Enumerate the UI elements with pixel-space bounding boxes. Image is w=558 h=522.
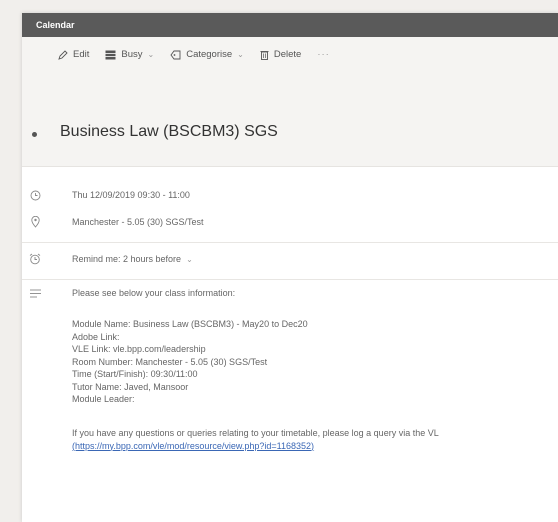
divider bbox=[22, 279, 558, 280]
divider bbox=[22, 242, 558, 243]
category-dot-icon bbox=[32, 132, 37, 137]
event-header: Business Law (BSCBM3) SGS bbox=[22, 105, 558, 167]
pencil-icon bbox=[58, 49, 68, 60]
class-info-line: Module Leader: bbox=[72, 394, 135, 404]
busy-label: Busy bbox=[121, 49, 143, 60]
class-info-line: Time (Start/Finish): 09:30/11:00 bbox=[72, 369, 198, 379]
footer-block: If you have any questions or queries rel… bbox=[72, 427, 439, 452]
reminder-label: Remind me: 2 hours before ⌄ bbox=[72, 254, 193, 264]
busy-dropdown[interactable]: Busy ⌄ bbox=[105, 49, 154, 60]
class-info-block: Module Name: Business Law (BSCBM3) - May… bbox=[72, 318, 308, 406]
footer-text: If you have any questions or queries rel… bbox=[72, 428, 439, 438]
event-location: Manchester - 5.05 (30) SGS/Test bbox=[72, 217, 204, 227]
delete-label: Delete bbox=[273, 49, 302, 60]
event-title: Business Law (BSCBM3) SGS bbox=[60, 123, 278, 140]
window-title: Calendar bbox=[22, 13, 558, 37]
calendar-window: Calendar Edit Busy ⌄ Categorise ⌄ Delete… bbox=[22, 13, 558, 522]
clock-icon bbox=[28, 188, 42, 202]
more-options-button[interactable]: ··· bbox=[317, 49, 330, 60]
tag-icon bbox=[170, 50, 181, 59]
delete-button[interactable]: Delete bbox=[260, 49, 301, 60]
vle-query-link[interactable]: (https://my.bpp.com/vle/mod/resource/vie… bbox=[72, 440, 439, 453]
edit-label: Edit bbox=[73, 49, 90, 60]
class-info-line: VLE Link: vle.bpp.com/leadership bbox=[72, 344, 206, 354]
categorise-label: Categorise bbox=[186, 49, 233, 60]
class-info-line: Room Number: Manchester - 5.05 (30) SGS/… bbox=[72, 356, 268, 367]
class-info-line: Module Name: Business Law (BSCBM3) - May… bbox=[72, 319, 308, 329]
categorise-dropdown[interactable]: Categorise ⌄ bbox=[170, 49, 244, 60]
trash-icon bbox=[260, 50, 269, 60]
class-info-line: Adobe Link: bbox=[72, 331, 120, 342]
description-intro: Please see below your class information: bbox=[72, 288, 236, 298]
chevron-down-icon: ⌄ bbox=[186, 255, 193, 264]
class-info-line: Tutor Name: Javed, Mansoor bbox=[72, 381, 189, 392]
edit-button[interactable]: Edit bbox=[58, 49, 89, 60]
chevron-down-icon: ⌄ bbox=[147, 50, 155, 59]
location-pin-icon bbox=[28, 215, 42, 229]
event-datetime: Thu 12/09/2019 09:30 - 11:00 bbox=[72, 190, 190, 200]
notes-icon bbox=[28, 286, 42, 300]
chevron-down-icon: ⌄ bbox=[237, 50, 244, 59]
alarm-clock-icon bbox=[28, 252, 42, 266]
busy-status-icon bbox=[105, 50, 116, 59]
